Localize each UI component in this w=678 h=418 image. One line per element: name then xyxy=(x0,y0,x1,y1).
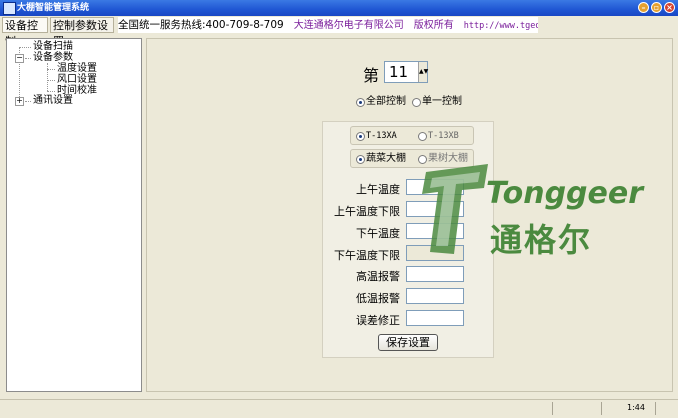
radio-model-t13xb[interactable] xyxy=(418,132,427,141)
radio-vegetable-greenhouse[interactable] xyxy=(356,155,365,164)
input-error-correction[interactable] xyxy=(406,310,464,326)
watermark-brand-en: Tonggeer xyxy=(486,176,644,211)
tab-device-control[interactable]: 设备控制 xyxy=(2,17,48,48)
radio-label-vegetable: 蔬菜大棚 xyxy=(366,153,406,164)
label-afternoon-temp-low: 下午温度下限 xyxy=(334,249,400,262)
device-number-prefix: 第 xyxy=(363,66,380,85)
tree-connector xyxy=(47,91,55,92)
status-bar: 1:44 xyxy=(0,399,678,418)
tree-connector xyxy=(47,63,48,91)
minimize-icon[interactable]: – xyxy=(638,2,649,13)
window-title: 大棚智能管理系统 xyxy=(17,3,90,13)
tree-item-temperature[interactable]: 温度设置 xyxy=(57,63,97,74)
website-url: http://www.tgedz.com xyxy=(463,21,538,31)
label-afternoon-temp: 下午温度 xyxy=(356,227,400,240)
tree-connector xyxy=(19,47,31,48)
spinner-arrows-icon[interactable]: ▲▼ xyxy=(418,62,428,82)
radio-single-control[interactable] xyxy=(412,98,421,107)
toolbar: 设备控制 控制参数设置 全国统一服务热线:400-709-8-709 大连通格尔电… xyxy=(0,16,678,48)
radio-label-all-control: 全部控制 xyxy=(366,96,406,107)
tree-connector xyxy=(47,69,55,70)
label-low-temp-alarm: 低温报警 xyxy=(356,292,400,305)
save-settings-button[interactable]: 保存设置 xyxy=(378,334,438,351)
radio-label-single-control: 单一控制 xyxy=(422,96,462,107)
tree-item-vent[interactable]: 风口设置 xyxy=(57,74,97,85)
input-high-temp-alarm[interactable] xyxy=(406,266,464,282)
collapse-icon[interactable]: − xyxy=(15,54,24,63)
tree-item-device-params[interactable]: 设备参数 xyxy=(33,52,73,63)
label-high-temp-alarm: 高温报警 xyxy=(356,270,400,283)
tonggeer-logo-icon xyxy=(422,164,488,254)
device-number-value: 11 xyxy=(389,63,409,81)
input-low-temp-alarm[interactable] xyxy=(406,288,464,304)
status-time: 1:44 xyxy=(627,403,645,412)
company-name: 大连通格尔电子有限公司 xyxy=(293,20,404,31)
label-morning-temp-low: 上午温度下限 xyxy=(334,205,400,218)
label-morning-temp: 上午温度 xyxy=(356,183,400,196)
hotline-text: 全国统一服务热线:400-709-8-709 xyxy=(118,19,284,31)
radio-model-t13xa[interactable] xyxy=(356,132,365,141)
status-divider xyxy=(552,402,553,415)
expand-icon[interactable]: + xyxy=(15,97,24,106)
tree-connector xyxy=(25,58,31,59)
tree-connector xyxy=(47,80,55,81)
maximize-icon[interactable]: ▫ xyxy=(651,2,662,13)
label-error-correction: 误差修正 xyxy=(356,314,400,327)
watermark-brand-cn: 通格尔 xyxy=(490,221,593,259)
tree-connector xyxy=(25,101,31,102)
radio-all-control[interactable] xyxy=(356,98,365,107)
title-bar: 大棚智能管理系统 – ▫ × xyxy=(0,0,678,16)
tree-item-device-scan[interactable]: 设备扫描 xyxy=(33,41,73,52)
app-icon xyxy=(3,2,16,15)
radio-label-t13xa: T-13XA xyxy=(366,131,397,141)
device-number-spinner[interactable]: 11 ▲▼ xyxy=(384,61,428,83)
close-icon[interactable]: × xyxy=(664,2,675,13)
status-divider xyxy=(655,402,656,415)
tree-item-comm-settings[interactable]: 通讯设置 xyxy=(33,95,73,106)
status-divider xyxy=(601,402,602,415)
settings-tree: 设备扫描 − 设备参数 温度设置 风口设置 时间校准 + 通讯设置 xyxy=(6,38,142,392)
radio-label-t13xb: T-13XB xyxy=(428,131,459,141)
hotline-banner: 全国统一服务热线:400-709-8-709 大连通格尔电子有限公司 版权所有 htt… xyxy=(118,17,538,33)
tab-param-settings[interactable]: 控制参数设置 xyxy=(50,17,114,48)
rights-text: 版权所有 xyxy=(413,20,454,31)
